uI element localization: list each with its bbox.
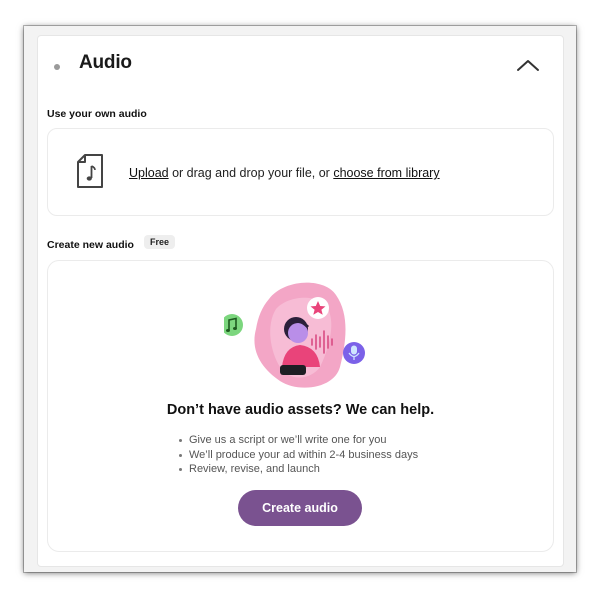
create-audio-button[interactable]: Create audio: [238, 490, 362, 526]
chevron-up-icon: [517, 60, 539, 71]
screenshot-frame: Audio Use your own audio Upload or drag …: [24, 26, 576, 572]
music-file-icon: [77, 154, 103, 188]
bullet-item: Review, revise, and launch: [178, 462, 418, 477]
audio-panel: Audio Use your own audio Upload or drag …: [37, 35, 564, 567]
create-new-audio-label: Create new audio: [47, 239, 134, 251]
collapse-button[interactable]: [515, 54, 541, 76]
service-bullet-list: Give us a script or we’ll write one for …: [178, 433, 418, 477]
own-audio-label: Use your own audio: [47, 108, 147, 120]
upload-middle-text: or drag and drop your file, or: [168, 166, 334, 180]
upload-link[interactable]: Upload: [129, 166, 169, 180]
status-dot: [54, 64, 60, 70]
section-header[interactable]: Audio: [38, 36, 563, 96]
free-badge: Free: [144, 235, 176, 249]
section-title: Audio: [79, 52, 132, 73]
audio-creation-illustration: [224, 282, 365, 388]
create-audio-card: Don’t have audio assets? We can help. Gi…: [47, 260, 554, 552]
bullet-item: We’ll produce your ad within 2-4 busines…: [178, 448, 418, 463]
bullet-item: Give us a script or we’ll write one for …: [178, 433, 418, 448]
upload-dropzone[interactable]: Upload or drag and drop your file, or ch…: [47, 128, 554, 216]
choose-from-library-link[interactable]: choose from library: [333, 166, 439, 180]
help-headline: Don’t have audio assets? We can help.: [166, 402, 435, 418]
upload-instructions: Upload or drag and drop your file, or ch…: [129, 166, 440, 180]
